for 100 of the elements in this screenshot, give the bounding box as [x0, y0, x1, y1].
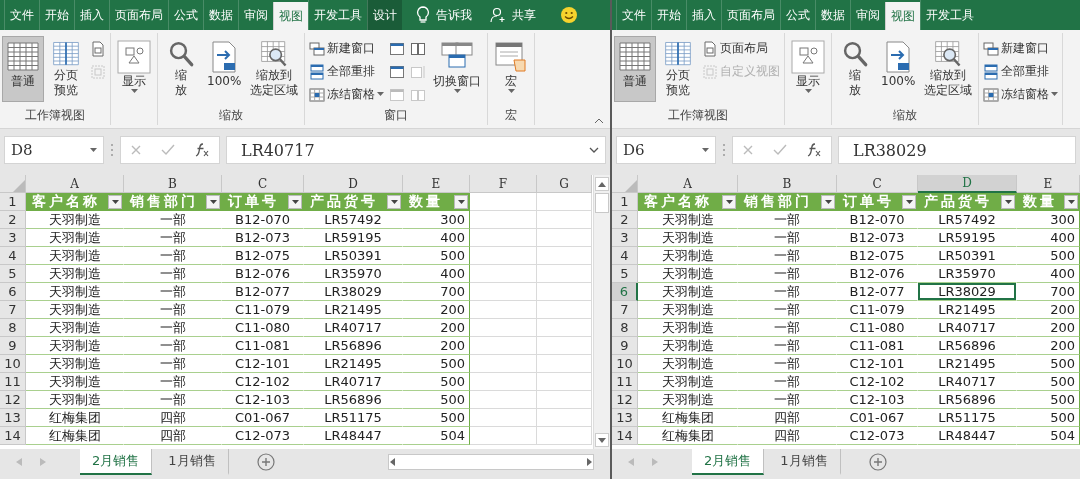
ribbon-button[interactable]: 分页预览	[657, 36, 699, 102]
ribbon-button[interactable]: 缩放到选定区域	[920, 36, 977, 102]
row-header[interactable]: 10	[612, 355, 638, 373]
group-label: 缩放	[893, 108, 918, 124]
formula-field[interactable]: LR40717	[226, 136, 606, 164]
row-header[interactable]: 6	[612, 283, 638, 301]
ribbon-button[interactable]: 100%	[877, 36, 920, 102]
ribbon-button[interactable]: 分页预览	[45, 36, 87, 102]
table-cell: LR38029	[304, 283, 403, 301]
column-header[interactable]: B	[738, 175, 837, 193]
row-header[interactable]: 14	[612, 427, 638, 445]
table-cell: 四部	[124, 427, 222, 445]
table-cell: B12-070	[222, 211, 304, 229]
formula-field[interactable]: LR38029	[838, 136, 1076, 164]
table-cell: 红梅集团	[638, 427, 738, 445]
table-cell: LR56896	[304, 337, 403, 355]
row-header[interactable]: 11	[0, 373, 26, 391]
table-cell: 一部	[124, 337, 222, 355]
row-header[interactable]: 2	[612, 211, 638, 229]
row-header[interactable]: 13	[612, 409, 638, 427]
row-header[interactable]: 9	[612, 337, 638, 355]
table-cell: C12-073	[837, 427, 918, 445]
row-header[interactable]: 9	[0, 337, 26, 355]
row-header[interactable]: 7	[0, 301, 26, 319]
row-header[interactable]: 12	[612, 391, 638, 409]
sheet-tab[interactable]: 1月销售	[768, 449, 841, 475]
column-header[interactable]: D	[918, 175, 1017, 193]
row-header[interactable]: 1	[0, 193, 26, 211]
ribbon-button[interactable]: 冻结窗格	[981, 84, 1061, 105]
table-cell: C12-073	[222, 427, 304, 445]
ribbon-button[interactable]: 冻结窗格	[307, 84, 387, 105]
ribbon-button[interactable]: 新建窗口	[307, 38, 387, 59]
column-header[interactable]: E	[403, 175, 470, 193]
table-cell: 天羽制造	[638, 265, 738, 283]
row-header[interactable]: 8	[612, 319, 638, 337]
table-cell: LR21495	[304, 355, 403, 373]
row-header[interactable]: 8	[0, 319, 26, 337]
ribbon-button[interactable]: 全部重排	[981, 61, 1061, 82]
ribbon-button[interactable]: 全部重排	[307, 61, 387, 82]
ribbon-button[interactable]: 100%	[203, 36, 246, 102]
table-cell: 天羽制造	[638, 391, 738, 409]
name-box[interactable]: D8	[4, 136, 104, 164]
row-header[interactable]: 12	[0, 391, 26, 409]
row-header[interactable]: 11	[612, 373, 638, 391]
column-header[interactable]: A	[26, 175, 124, 193]
row-header[interactable]: 4	[612, 247, 638, 265]
table-cell: 天羽制造	[26, 247, 124, 265]
table-cell: 一部	[124, 391, 222, 409]
ribbon-button[interactable]: 缩放	[834, 36, 876, 102]
table-cell: LR40717	[304, 373, 403, 391]
ribbon-tab[interactable]: 视图	[885, 2, 920, 30]
column-header[interactable]: C	[837, 175, 918, 193]
group-label: 缩放	[219, 108, 244, 124]
share-button[interactable]: 共享	[512, 6, 536, 24]
column-header[interactable]: C	[222, 175, 304, 193]
ribbon-tab[interactable]: 设计	[367, 0, 402, 30]
ribbon-button[interactable]: 新建窗口	[981, 38, 1061, 59]
ribbon-tab[interactable]: 视图	[273, 2, 308, 30]
sheet-tab[interactable]: 2月销售	[692, 449, 765, 475]
row-header[interactable]: 6	[0, 283, 26, 301]
row-header[interactable]: 10	[0, 355, 26, 373]
row-header[interactable]: 1	[612, 193, 638, 211]
table-cell: C11-080	[837, 319, 918, 337]
table-cell: 500	[1017, 247, 1080, 265]
table-cell: 一部	[738, 355, 837, 373]
table-cell: 红梅集团	[26, 427, 124, 445]
sheet-tab[interactable]: 2月销售	[80, 449, 153, 475]
ribbon-button[interactable]: 普通	[2, 36, 44, 102]
row-header[interactable]: 5	[612, 265, 638, 283]
table-cell: C12-103	[222, 391, 304, 409]
sheet-tab[interactable]: 1月销售	[156, 449, 229, 475]
column-header[interactable]: D	[304, 175, 403, 193]
table-cell: LR40717	[918, 373, 1017, 391]
group-label: 宏	[505, 108, 518, 124]
ribbon-button[interactable]: 显示	[113, 36, 155, 102]
name-box[interactable]: D6	[616, 136, 716, 164]
ribbon-button[interactable]: 缩放到选定区域	[246, 36, 303, 102]
table-cell: C11-081	[837, 337, 918, 355]
row-header[interactable]: 3	[612, 229, 638, 247]
table-cell: C12-101	[222, 355, 304, 373]
ribbon-button[interactable]: 普通	[614, 36, 656, 102]
ribbon-button[interactable]: 页面布局	[700, 38, 782, 59]
tell-me-field[interactable]: 告诉我	[436, 6, 472, 24]
ribbon-button[interactable]: 缩放	[160, 36, 202, 102]
row-header[interactable]: 14	[0, 427, 26, 445]
ribbon-button[interactable]: 显示	[787, 36, 829, 102]
ribbon-button[interactable]: 宏	[490, 36, 533, 102]
column-header[interactable]: F	[470, 175, 537, 193]
table-cell: 一部	[124, 283, 222, 301]
column-header[interactable]: B	[124, 175, 222, 193]
column-header[interactable]: A	[638, 175, 738, 193]
row-header[interactable]: 7	[612, 301, 638, 319]
row-header[interactable]: 4	[0, 247, 26, 265]
row-header[interactable]: 13	[0, 409, 26, 427]
column-header[interactable]: E	[1017, 175, 1080, 193]
column-header[interactable]: G	[537, 175, 592, 193]
row-header[interactable]: 3	[0, 229, 26, 247]
ribbon-button[interactable]: 切换窗口	[429, 36, 486, 102]
row-header[interactable]: 2	[0, 211, 26, 229]
row-header[interactable]: 5	[0, 265, 26, 283]
